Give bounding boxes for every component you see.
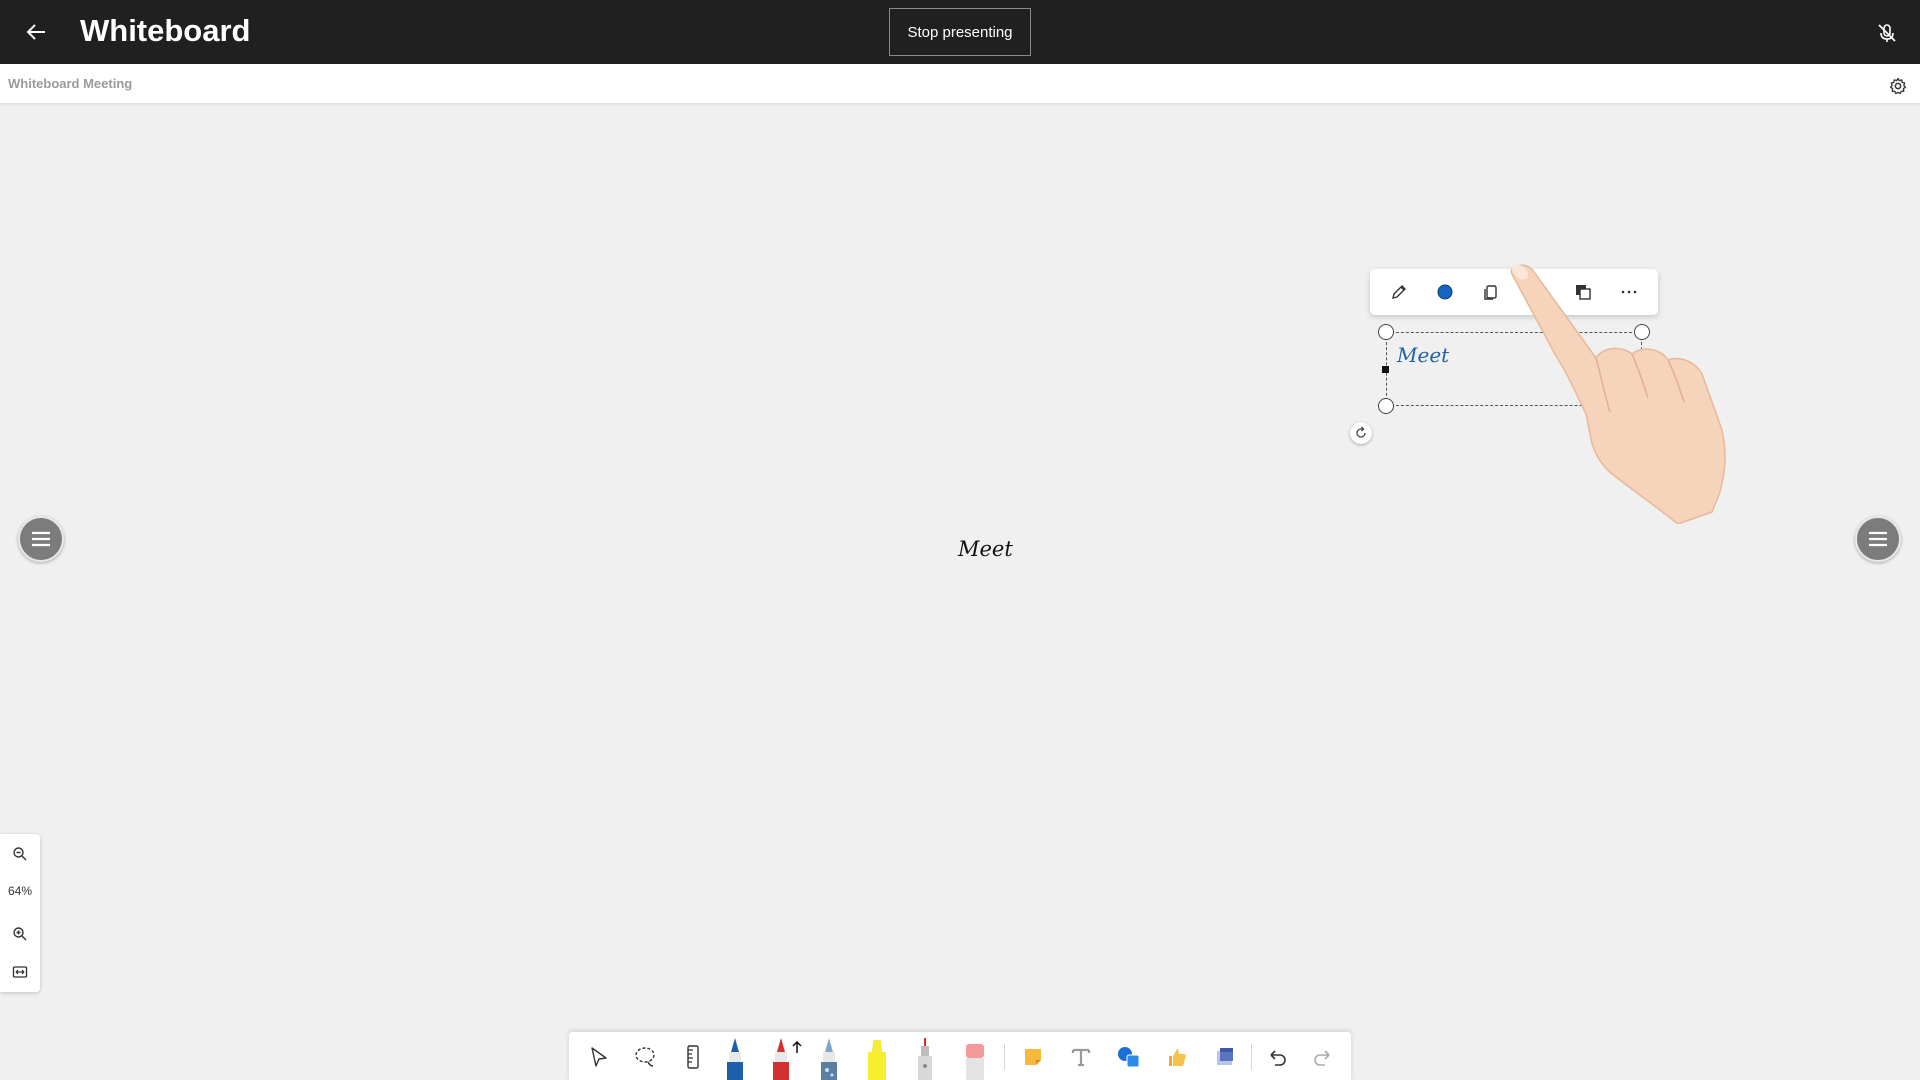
copy-button[interactable] — [1474, 275, 1508, 309]
copy-icon — [1484, 285, 1497, 300]
sticky-note-icon — [1025, 1049, 1041, 1065]
shapes-icon — [1118, 1047, 1140, 1068]
zoom-in-button[interactable] — [8, 922, 32, 946]
left-menu-button[interactable] — [18, 516, 64, 562]
thumbs-up-icon — [1169, 1049, 1186, 1066]
settings-button[interactable] — [1886, 74, 1910, 98]
zoom-level: 64% — [7, 884, 33, 898]
blue-pen-tool[interactable] — [721, 1036, 749, 1080]
toolbar-divider — [1251, 1044, 1252, 1070]
fit-width-icon — [12, 966, 28, 978]
zoom-panel: 64% — [0, 834, 40, 992]
sticky-note-tool[interactable] — [1015, 1038, 1051, 1076]
undo-icon — [1270, 1050, 1286, 1066]
zoom-out-icon — [13, 847, 27, 861]
resize-handle-bottom-left[interactable] — [1378, 398, 1394, 414]
edit-button[interactable] — [1382, 275, 1416, 309]
ink-text[interactable]: Meet — [958, 537, 1013, 561]
inking-toolbar — [569, 1032, 1351, 1080]
ruler-icon — [687, 1045, 699, 1069]
rotate-icon — [1356, 426, 1366, 438]
gear-icon — [1889, 77, 1907, 95]
arrange-button[interactable] — [1566, 275, 1600, 309]
selected-ink-text[interactable]: Meet — [1397, 343, 1449, 367]
resize-handle-top-left[interactable] — [1378, 324, 1394, 340]
color-button[interactable] — [1428, 275, 1462, 309]
cursor-arrow-icon — [591, 1047, 607, 1067]
hamburger-icon — [32, 531, 50, 547]
text-tool[interactable] — [1063, 1038, 1099, 1076]
arrow-left-icon — [26, 24, 45, 40]
redo-icon — [1314, 1050, 1330, 1066]
undo-button[interactable] — [1259, 1038, 1295, 1076]
top-bar: Whiteboard Stop presenting — [0, 0, 1920, 64]
app-title: Whiteboard — [80, 13, 251, 48]
zoom-out-button[interactable] — [8, 842, 32, 866]
templates-tool[interactable] — [1207, 1038, 1243, 1076]
text-icon — [1071, 1048, 1091, 1067]
toolbar-divider — [1004, 1044, 1005, 1070]
hamburger-icon — [1869, 531, 1887, 547]
color-swatch-icon — [1437, 284, 1453, 300]
templates-icon — [1217, 1048, 1233, 1065]
resize-handle-top-right[interactable] — [1634, 324, 1650, 340]
select-tool[interactable] — [581, 1038, 617, 1076]
reactions-tool[interactable] — [1159, 1038, 1195, 1076]
highlighter-tool[interactable] — [863, 1036, 891, 1080]
meeting-bar: Whiteboard Meeting — [0, 64, 1920, 104]
lasso-icon — [635, 1047, 655, 1067]
zoom-in-icon — [13, 927, 27, 941]
fit-to-screen-button[interactable] — [8, 960, 32, 984]
rotate-handle[interactable] — [1350, 422, 1372, 444]
laser-pointer-tool[interactable] — [911, 1036, 939, 1080]
eraser-tool[interactable] — [961, 1036, 989, 1080]
delete-button[interactable] — [1520, 275, 1554, 309]
mute-toggle-button[interactable] — [1870, 16, 1904, 50]
trash-icon — [1531, 285, 1543, 300]
lasso-tool[interactable] — [627, 1038, 663, 1076]
pencil-icon — [1392, 285, 1406, 299]
arrow-up-icon — [792, 1040, 802, 1053]
right-menu-button[interactable] — [1855, 516, 1901, 562]
redo-button[interactable] — [1305, 1038, 1341, 1076]
ellipsis-icon — [1621, 290, 1637, 294]
whiteboard-canvas[interactable]: Meet — [0, 105, 1920, 1080]
resize-handle-left[interactable] — [1382, 366, 1389, 373]
ruler-tool[interactable] — [675, 1038, 711, 1076]
more-options-button[interactable] — [1612, 275, 1646, 309]
back-button[interactable] — [20, 16, 52, 48]
shapes-tool[interactable] — [1111, 1038, 1147, 1076]
mic-muted-icon — [1878, 24, 1896, 42]
selection-box[interactable]: Meet — [1386, 332, 1642, 406]
galaxy-pen-tool[interactable] — [815, 1036, 843, 1080]
stop-presenting-button[interactable]: Stop presenting — [889, 8, 1031, 56]
selection-context-toolbar — [1370, 269, 1658, 315]
meeting-name: Whiteboard Meeting — [8, 76, 133, 91]
bring-forward-icon — [1576, 285, 1591, 300]
